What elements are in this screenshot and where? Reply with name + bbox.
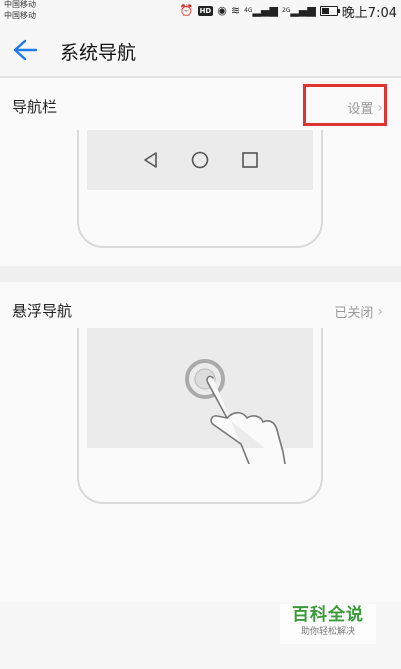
signal-icon-2: 2G▂▄▆ [281, 4, 316, 17]
chevron-right-icon: › [377, 303, 383, 320]
carrier-label-1: 中国移动 [4, 0, 36, 9]
float-nav-section[interactable]: 悬浮导航 已关闭 › [0, 282, 401, 602]
title-bar: 系统导航 [0, 24, 401, 76]
float-nav-status-label: 已关闭 [334, 306, 374, 321]
watermark-title: 百科全说 [292, 605, 364, 625]
page-title: 系统导航 [60, 42, 137, 64]
nav-bar-title: 导航栏 [12, 98, 58, 116]
back-arrow-icon[interactable] [12, 38, 38, 62]
hd-icon: HD [197, 6, 214, 16]
hand-gesture-icon [206, 375, 286, 464]
alarm-icon: ⏰ [179, 4, 194, 17]
signal-icon-1: 4G▂▄▆ [244, 4, 278, 17]
eye-comfort-icon: ◉ [217, 4, 227, 17]
phone-illustration-navbar [77, 130, 323, 248]
watermark-logo: 百科全说 助你轻松解决 [280, 604, 376, 644]
back-triangle-icon [144, 152, 157, 168]
status-bar: 中国移动 中国移动 ⏰ HD ◉ ≋ 4G▂▄▆ 2G▂▄▆ 晚上7:04 [0, 0, 401, 24]
phone-screen [87, 328, 313, 464]
clock: 晚上7:04 [341, 5, 397, 21]
recents-square-icon [242, 152, 258, 168]
status-icons: ⏰ HD ◉ ≋ 4G▂▄▆ 2G▂▄▆ 晚上7:04 [179, 2, 397, 21]
battery-icon [319, 6, 340, 16]
float-nav-status-link[interactable]: 已关闭 › [334, 302, 383, 322]
watermark-subtitle: 助你轻松解决 [300, 627, 355, 637]
carrier-label-2: 中国移动 [4, 11, 36, 20]
home-circle-icon [191, 151, 209, 169]
phone-illustration-float [77, 328, 323, 504]
float-nav-title: 悬浮导航 [12, 302, 73, 320]
section-gap [0, 266, 401, 282]
wifi-icon: ≋ [230, 4, 241, 17]
highlight-annotation [303, 84, 387, 126]
phone-screen [87, 130, 313, 190]
